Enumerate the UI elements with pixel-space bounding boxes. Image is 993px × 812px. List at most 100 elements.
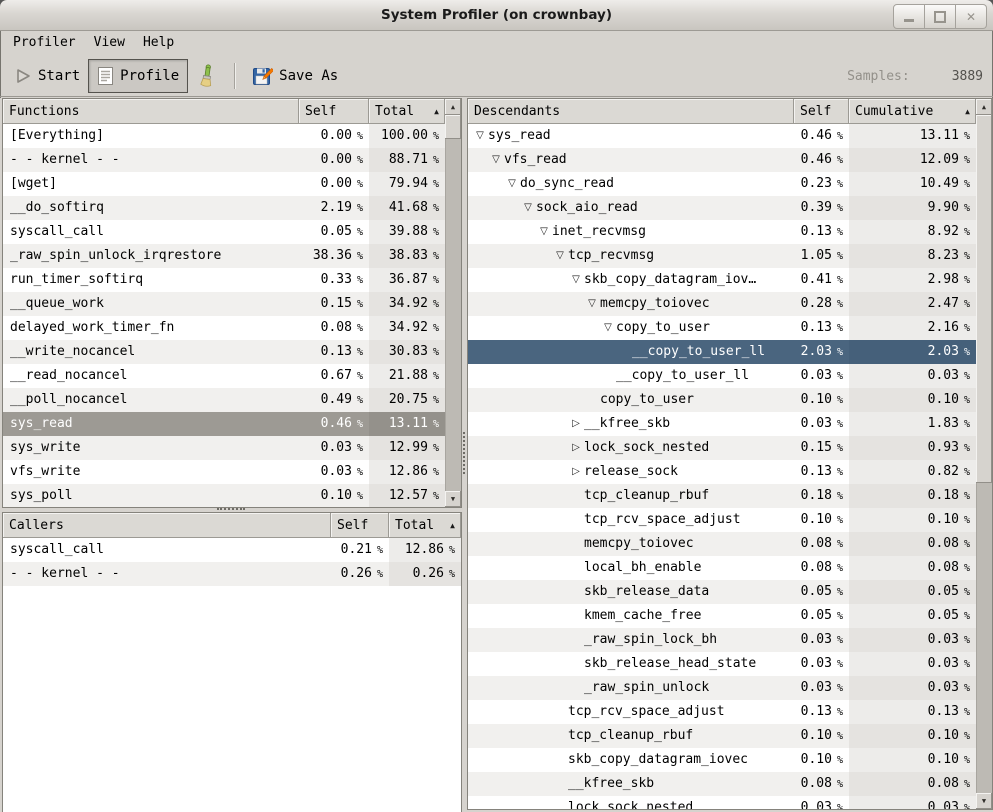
minimize-button[interactable] (893, 4, 925, 29)
descendants-scrollbar[interactable]: ▲ ▼ (976, 99, 992, 809)
splitter-grip-icon (217, 508, 245, 510)
scroll-up-icon[interactable]: ▲ (445, 99, 461, 115)
self-column-header[interactable]: Self (299, 99, 369, 124)
expander-open-icon[interactable]: ▽ (568, 268, 584, 292)
descendants-tree-row[interactable]: tcp_rcv_space_adjust0.10%0.10% (468, 508, 976, 532)
descendants-tree-row[interactable]: lock_sock_nested0.03%0.03% (468, 796, 976, 809)
expander-open-icon[interactable]: ▽ (504, 172, 520, 196)
descendants-tree-row[interactable]: ▽copy_to_user0.13%2.16% (468, 316, 976, 340)
function-name-cell: __queue_work (3, 292, 299, 316)
descendants-tree-row[interactable]: _raw_spin_unlock0.03%0.03% (468, 676, 976, 700)
descendants-tree-row[interactable]: memcpy_toiovec0.08%0.08% (468, 532, 976, 556)
descendants-tree-row[interactable]: ▽tcp_recvmsg1.05%8.23% (468, 244, 976, 268)
start-button[interactable]: Start (6, 60, 88, 92)
functions-table-row[interactable]: syscall_call0.05%39.88% (3, 220, 445, 244)
functions-table-row[interactable]: delayed_work_timer_fn0.08%34.92% (3, 316, 445, 340)
descendants-tree-row[interactable]: _raw_spin_lock_bh0.03%0.03% (468, 628, 976, 652)
functions-table-row[interactable]: __read_nocancel0.67%21.88% (3, 364, 445, 388)
functions-scrollbar[interactable]: ▲ ▼ (445, 99, 461, 507)
callers-column-header[interactable]: Callers (3, 513, 331, 538)
callers-self-column-header[interactable]: Self (331, 513, 389, 538)
functions-column-header[interactable]: Functions (3, 99, 299, 124)
functions-table-row[interactable]: vfs_write0.03%12.86% (3, 460, 445, 484)
expander-open-icon[interactable]: ▽ (488, 148, 504, 172)
scroll-down-icon[interactable]: ▼ (976, 793, 992, 809)
descendants-tree-row[interactable]: ▽sys_read0.46%13.11% (468, 124, 976, 148)
callers-table-row[interactable]: - - kernel - -0.26%0.26% (3, 562, 461, 586)
descendants-tree-row[interactable]: local_bh_enable0.08%0.08% (468, 556, 976, 580)
descendants-tree-row[interactable]: __copy_to_user_ll2.03%2.03% (468, 340, 976, 364)
expander-collapsed-icon[interactable]: ▷ (568, 436, 584, 460)
descendants-scrollbar-thumb[interactable] (976, 115, 992, 483)
functions-scrollbar-thumb[interactable] (445, 115, 461, 139)
descendants-tree-row[interactable]: tcp_rcv_space_adjust0.13%0.13% (468, 700, 976, 724)
expander-open-icon[interactable]: ▽ (584, 292, 600, 316)
callers-total-column-header[interactable]: Total▲ (389, 513, 461, 538)
functions-table-row[interactable]: _raw_spin_unlock_irqrestore38.36%38.83% (3, 244, 445, 268)
self-value: 0.13% (794, 700, 849, 724)
expander-collapsed-icon[interactable]: ▷ (568, 412, 584, 436)
self-value: 0.49% (299, 388, 369, 412)
descendants-tree-row[interactable]: __kfree_skb0.08%0.08% (468, 772, 976, 796)
functions-table-row[interactable]: __write_nocancel0.13%30.83% (3, 340, 445, 364)
descendants-tree-row[interactable]: ▷lock_sock_nested0.15%0.93% (468, 436, 976, 460)
descendants-tree-row[interactable]: tcp_cleanup_rbuf0.18%0.18% (468, 484, 976, 508)
functions-table-row[interactable]: __poll_nocancel0.49%20.75% (3, 388, 445, 412)
descendants-tree-row[interactable]: kmem_cache_free0.05%0.05% (468, 604, 976, 628)
descendants-tree-row[interactable]: skb_copy_datagram_iovec0.10%0.10% (468, 748, 976, 772)
scroll-down-icon[interactable]: ▼ (445, 491, 461, 507)
percent-sign: % (377, 545, 383, 556)
descendants-tree-row[interactable]: skb_release_head_state0.03%0.03% (468, 652, 976, 676)
scroll-up-icon[interactable]: ▲ (976, 99, 992, 115)
functions-table-row[interactable]: [wget]0.00%79.94% (3, 172, 445, 196)
menu-view[interactable]: View (85, 31, 134, 55)
functions-table-row[interactable]: sys_poll0.10%12.57% (3, 484, 445, 507)
percent-sign: % (964, 467, 970, 478)
functions-table-row[interactable]: sys_read0.46%13.11% (3, 412, 445, 436)
profile-button[interactable]: Profile (88, 59, 188, 93)
percent-sign: % (837, 179, 843, 190)
percent-number: 0.08 (321, 320, 352, 335)
expander-open-icon[interactable]: ▽ (536, 220, 552, 244)
reset-brush-button[interactable] (188, 60, 226, 92)
expander-open-icon[interactable]: ▽ (472, 124, 488, 148)
cumulative-column-header[interactable]: Cumulative▲ (849, 99, 976, 124)
descendants-tree-row[interactable]: ▽memcpy_toiovec0.28%2.47% (468, 292, 976, 316)
expander-open-icon[interactable]: ▽ (552, 244, 568, 268)
functions-table-row[interactable]: __queue_work0.15%34.92% (3, 292, 445, 316)
descendants-tree-row[interactable]: copy_to_user0.10%0.10% (468, 388, 976, 412)
expander-open-icon[interactable]: ▽ (600, 316, 616, 340)
descendants-tree-row[interactable]: ▽do_sync_read0.23%10.49% (468, 172, 976, 196)
functions-table-row[interactable]: [Everything]0.00%100.00% (3, 124, 445, 148)
expander-collapsed-icon[interactable]: ▷ (568, 460, 584, 484)
descendants-tree-row[interactable]: ▽skb_copy_datagram_iov…0.41%2.98% (468, 268, 976, 292)
descendants-column-header[interactable]: Descendants (468, 99, 794, 124)
maximize-button[interactable] (925, 4, 956, 29)
total-column-header[interactable]: Total▲ (369, 99, 445, 124)
function-name-cell: syscall_call (3, 538, 331, 562)
close-button[interactable]: ✕ (956, 4, 987, 29)
descendants-tree-row[interactable]: ▽vfs_read0.46%12.09% (468, 148, 976, 172)
save-as-button[interactable]: Save As (244, 60, 346, 92)
descendants-tree-row[interactable]: tcp_cleanup_rbuf0.10%0.10% (468, 724, 976, 748)
functions-table-row[interactable]: __do_softirq2.19%41.68% (3, 196, 445, 220)
descendants-tree-row[interactable]: ▷release_sock0.13%0.82% (468, 460, 976, 484)
functions-table-row[interactable]: sys_write0.03%12.99% (3, 436, 445, 460)
functions-table-row[interactable]: run_timer_softirq0.33%36.87% (3, 268, 445, 292)
callers-table-row[interactable]: syscall_call0.21%12.86% (3, 538, 461, 562)
descendants-tree-row[interactable]: ▷__kfree_skb0.03%1.83% (468, 412, 976, 436)
menu-help[interactable]: Help (134, 31, 183, 55)
descendants-self-column-header[interactable]: Self (794, 99, 849, 124)
functions-table-row[interactable]: - - kernel - -0.00%88.71% (3, 148, 445, 172)
descendants-tree-row[interactable]: __copy_to_user_ll0.03%0.03% (468, 364, 976, 388)
percent-number: 0.10 (928, 728, 959, 743)
expander-open-icon[interactable]: ▽ (520, 196, 536, 220)
percent-sign: % (964, 227, 970, 238)
menu-profiler[interactable]: Profiler (4, 31, 85, 55)
cumulative-value: 0.18% (849, 484, 976, 508)
descendants-tree-row[interactable]: ▽inet_recvmsg0.13%8.92% (468, 220, 976, 244)
descendants-tree-row[interactable]: ▽sock_aio_read0.39%9.90% (468, 196, 976, 220)
percent-sign: % (964, 707, 970, 718)
vertical-splitter[interactable] (460, 98, 467, 808)
descendants-tree-row[interactable]: skb_release_data0.05%0.05% (468, 580, 976, 604)
